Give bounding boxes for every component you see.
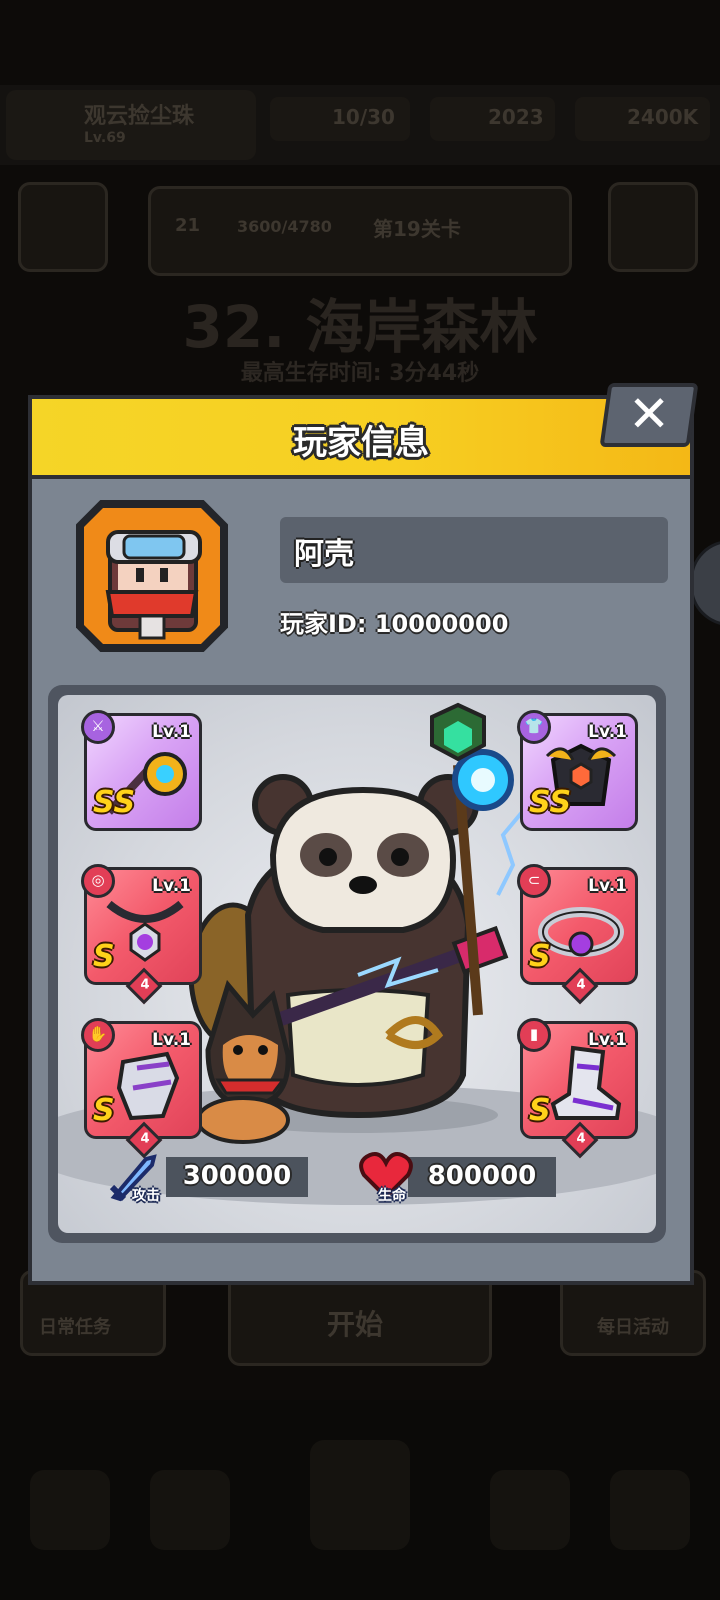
bg-shield-button	[608, 182, 698, 272]
bg-profile: 观云捡尘珠 Lv.69	[6, 90, 256, 250]
attack-value: 300000	[182, 1161, 292, 1191]
bottom-nav	[0, 1400, 720, 1600]
hp-stat: 800000	[408, 1157, 556, 1197]
equip-slot-belt[interactable]: ⊂ Lv.1 S 4	[517, 864, 638, 1005]
player-id: 玩家ID: 10000000	[280, 610, 509, 638]
equip-slot-necklace[interactable]: ◎ Lv.1 S 4	[81, 864, 202, 1005]
weapon-badge-icon: ⚔	[81, 710, 115, 744]
bg-gems: 2023	[430, 97, 555, 141]
attack-stat: 300000	[166, 1157, 308, 1197]
bg-energy: 10/30	[270, 97, 410, 141]
bg-stage-title: 32. 海岸森林	[182, 293, 538, 361]
close-icon: ✕	[628, 385, 671, 443]
modal-title: 玩家信息	[293, 423, 429, 463]
player-name: 阿壳	[294, 537, 354, 572]
bg-menu-button	[18, 182, 108, 272]
equipment-panel: ⚔ Lv.1 SS 👕 Lv.1 SS ◎ Lv.1 S 4 ⊂ Lv.1 S …	[48, 685, 666, 1243]
belt-badge-icon: ⊂	[517, 864, 551, 898]
player-avatar[interactable]	[76, 500, 228, 652]
bg-level: Lv.69	[84, 130, 126, 146]
ninja-avatar-icon	[105, 530, 202, 640]
bg-player-name: 观云捡尘珠	[84, 104, 195, 129]
boots-badge-icon: ▮	[517, 1018, 551, 1052]
equip-slot-gloves[interactable]: ✋ Lv.1 S 4	[81, 1018, 202, 1159]
equip-slot-boots[interactable]: ▮ Lv.1 S 4	[517, 1018, 638, 1159]
player-info-modal: 玩家信息 阿壳 玩家ID: 10000000 ⚔ Lv.1 SS 👕 Lv.1 …	[28, 395, 694, 1285]
player-name-field: 阿壳	[280, 517, 668, 583]
equip-slot-weapon[interactable]: ⚔ Lv.1 SS	[81, 710, 202, 831]
equip-slot-armor[interactable]: 👕 Lv.1 SS	[517, 710, 638, 831]
bg-progress-bar: 21 3600/4780 第19关卡	[148, 186, 572, 276]
hp-label: 生命	[378, 1188, 406, 1204]
glove-badge-icon: ✋	[81, 1018, 115, 1052]
close-button[interactable]: ✕	[599, 383, 699, 447]
armor-badge-icon: 👕	[517, 710, 551, 744]
bg-coins: 2400K	[575, 97, 710, 141]
necklace-badge-icon: ◎	[81, 864, 115, 898]
attack-label: 攻击	[132, 1188, 160, 1204]
hp-value: 800000	[427, 1161, 537, 1191]
modal-header: 玩家信息	[32, 399, 690, 479]
